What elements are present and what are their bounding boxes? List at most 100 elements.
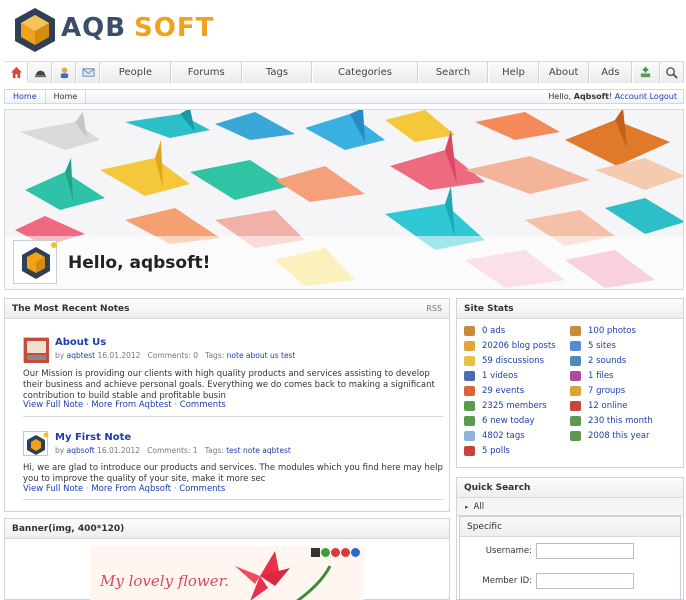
stat-icon — [464, 371, 475, 381]
search-all-label: All — [473, 501, 485, 512]
stat-right-item[interactable]: 100 photos — [570, 326, 636, 336]
stat-right-item[interactable]: 5 sites — [570, 341, 616, 351]
view-full-note-link[interactable]: View Full Note — [23, 400, 83, 410]
note-by: by — [55, 351, 65, 360]
nav-categories[interactable]: Categories — [312, 62, 418, 83]
user-avatar[interactable] — [13, 240, 57, 284]
nav-helmet-icon[interactable] — [28, 62, 52, 83]
note-thumbnail[interactable] — [23, 337, 49, 363]
logo-wordmark[interactable]: AQB SOFT — [61, 13, 214, 43]
recent-notes-header: The Most Recent Notes RSS — [5, 299, 449, 319]
stat-label: 29 events — [482, 386, 525, 396]
nav-add-icon[interactable] — [631, 62, 660, 83]
stat-right-item[interactable]: 230 this month — [570, 416, 653, 426]
username-row: Username: — [460, 543, 680, 559]
aqbsoft-logo-icon[interactable] — [13, 7, 57, 53]
stat-label: 4802 tags — [482, 431, 525, 441]
stat-left-item[interactable]: 6 new today — [464, 416, 535, 426]
note-comments-count: Comments: 0 — [147, 351, 198, 360]
quick-search-panel: Quick Search ▸ All Specific Username: Me… — [456, 477, 684, 600]
stat-icon — [464, 326, 475, 336]
note-image-icon — [24, 338, 49, 363]
nav-tags[interactable]: Tags — [241, 62, 313, 83]
close-circle-icon[interactable] — [341, 548, 350, 557]
note-body: Our Mission is providing our clients wit… — [23, 369, 435, 401]
stat-right-item[interactable]: 2008 this year — [570, 431, 650, 441]
add-circle-icon[interactable] — [321, 548, 330, 557]
stat-left-item[interactable]: 20206 blog posts — [464, 341, 556, 351]
more-from-author-link[interactable]: More From Aqbtest — [91, 400, 171, 410]
stat-left-item[interactable]: 1 videos — [464, 371, 518, 381]
note-title-link[interactable]: My First Note — [55, 432, 131, 443]
stat-left-item[interactable]: 59 discussions — [464, 356, 544, 366]
stat-icon — [570, 341, 581, 351]
nav-mail-icon[interactable] — [76, 62, 100, 83]
member-id-input[interactable] — [536, 573, 634, 589]
stat-right-item[interactable]: 7 groups — [570, 386, 625, 396]
stat-label: 2 sounds — [588, 356, 627, 366]
nav-home-icon[interactable] — [4, 62, 28, 83]
nav-search[interactable]: Search — [417, 62, 489, 83]
nav-help[interactable]: Help — [488, 62, 539, 83]
stat-right-item[interactable]: 2 sounds — [570, 356, 626, 366]
stat-label: 6 new today — [482, 416, 535, 426]
note-tags-links[interactable]: test note aqbtest — [226, 446, 291, 455]
stat-left-item[interactable]: 4802 tags — [464, 431, 525, 441]
username-input[interactable] — [536, 543, 634, 559]
note-thumbnail[interactable] — [23, 431, 49, 456]
info-circle-icon[interactable] — [351, 548, 360, 557]
note-author-link[interactable]: aqbtest — [67, 351, 96, 360]
stat-icon — [570, 386, 581, 396]
stat-right-item[interactable]: 12 online — [570, 401, 627, 411]
site-stats-panel: Site Stats 0 ads 20206 blog posts 59 discu… — [456, 298, 684, 468]
note-tags-label: Tags: — [205, 351, 225, 360]
profile-banner: Hello, aqbsoft! — [4, 109, 684, 290]
main-nav: People Forums Tags Categories Search Hel… — [4, 61, 684, 83]
stat-label: 0 ads — [482, 326, 506, 336]
logo-soft: SOFT — [134, 13, 215, 43]
logout-link[interactable]: Logout — [650, 92, 677, 101]
stat-left-item[interactable]: 5 polls — [464, 446, 510, 456]
note-tags-links[interactable]: note about us test — [227, 351, 296, 360]
stat-right-item[interactable]: 1 files — [570, 371, 613, 381]
nav-forums[interactable]: Forums — [170, 62, 242, 83]
greeting-prefix: Hello, — [548, 92, 572, 101]
greeting-username[interactable]: Aqbsoft — [574, 92, 609, 101]
more-from-author-link[interactable]: More From Aqbsoft — [91, 484, 171, 494]
note-author-link[interactable]: aqbsoft — [67, 446, 95, 455]
home-icon — [10, 66, 22, 79]
note-date: 16.01.2012 — [97, 446, 141, 455]
recent-notes-title: The Most Recent Notes — [12, 303, 130, 314]
nav-ads[interactable]: Ads — [588, 62, 632, 83]
nav-about[interactable]: About — [538, 62, 589, 83]
stat-left-item[interactable]: 2325 members — [464, 401, 547, 411]
search-all-toggle[interactable]: ▸ All — [457, 498, 683, 516]
remove-circle-icon[interactable] — [331, 548, 340, 557]
nav-people[interactable]: People — [100, 62, 171, 83]
rss-link[interactable]: RSS — [426, 304, 442, 313]
member-id-row: Member ID: — [460, 573, 680, 589]
breadcrumb-home-link[interactable]: Home — [5, 90, 46, 103]
stat-label: 59 discussions — [482, 356, 544, 366]
stat-icon — [464, 386, 475, 396]
view-full-note-link[interactable]: View Full Note — [23, 484, 83, 494]
stat-icon — [464, 401, 475, 411]
stat-icon — [570, 356, 581, 366]
note-title-link[interactable]: About Us — [55, 337, 106, 348]
nav-user-icon[interactable] — [52, 62, 76, 83]
comments-link[interactable]: Comments — [180, 400, 226, 410]
logo-aqb: AQB — [61, 13, 127, 43]
account-link[interactable]: Account — [615, 92, 647, 101]
stat-left-item[interactable]: 0 ads — [464, 326, 505, 336]
quick-search-header: Quick Search — [457, 478, 683, 498]
pilcrow-icon[interactable] — [311, 548, 320, 557]
site-stats-title: Site Stats — [464, 303, 514, 314]
note-tags-label: Tags: — [204, 446, 224, 455]
stat-label: 2008 this year — [588, 431, 650, 441]
comments-link[interactable]: Comments — [179, 484, 225, 494]
stat-left-item[interactable]: 29 events — [464, 386, 524, 396]
member-id-label: Member ID: — [482, 576, 532, 586]
nav-search-icon[interactable] — [659, 62, 684, 83]
stat-icon — [570, 371, 581, 381]
stat-icon — [464, 341, 475, 351]
